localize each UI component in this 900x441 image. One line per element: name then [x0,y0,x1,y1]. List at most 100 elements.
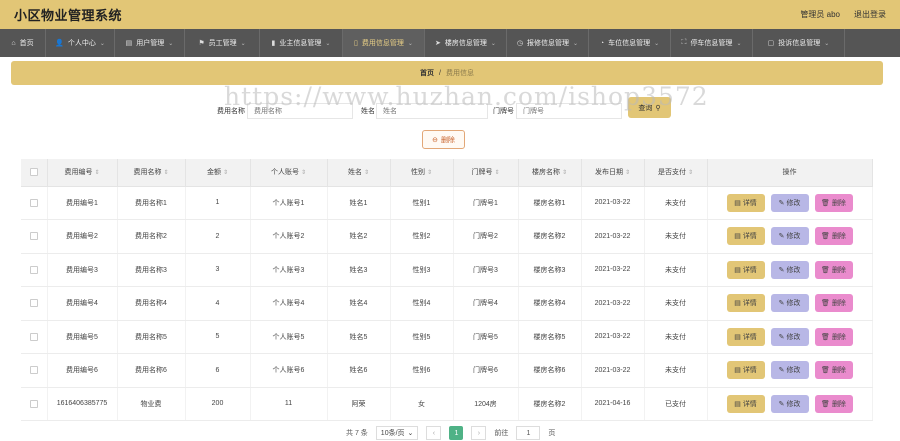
delete-button-label: 删除 [831,400,846,408]
nav-item-11[interactable]: ▢ 投诉信息管理 ⌄ [753,29,845,57]
column-header[interactable]: 个人账号 ⇕ [250,159,328,187]
row-select-cell [21,186,48,220]
detail-button[interactable]: ▤ 详情 [726,394,765,413]
column-header[interactable]: 门牌号 ⇕ [453,159,519,187]
trash-icon: 🗑 [821,233,830,241]
nav-item-5[interactable]: ▮ 业主信息管理 ⌄ [260,29,343,57]
nav-item-9[interactable]: ◔ 车位信息管理 ⌄ [589,29,671,57]
delete-button[interactable]: 🗑 删除 [814,361,853,380]
chevron-down-icon: ⌄ [490,40,496,47]
nav-item-7[interactable]: ➤ 楼房信息管理 ⌄ [425,29,507,57]
table-cell: 姓名5 [327,320,391,354]
table-cell: 未支付 [644,253,708,287]
sort-icon[interactable]: ⇕ [562,170,567,176]
search-button[interactable]: 查询 ⚲ [628,97,671,118]
delete-button[interactable]: 🗑 删除 [814,394,853,413]
nav-item-6[interactable]: ▯ 费用信息管理 ⌄ [343,29,425,57]
column-header[interactable]: 姓名 ⇕ [327,159,391,187]
sort-icon[interactable]: ⇕ [494,170,499,176]
edit-button[interactable]: ✎ 修改 [770,227,809,246]
delete-button[interactable]: 🗑 删除 [814,327,853,346]
column-header[interactable]: 性别 ⇕ [390,159,454,187]
logout-link[interactable]: 退出登录 [854,9,886,20]
table-cell: 楼房名称4 [518,286,582,321]
chevron-right-icon: › [477,429,481,437]
table-cell: 未支付 [644,320,708,354]
edit-button[interactable]: ✎ 修改 [770,193,809,212]
row-checkbox[interactable] [29,232,38,241]
delete-circle-icon: ⊖ [432,136,438,144]
row-checkbox[interactable] [29,265,38,274]
row-checkbox[interactable] [29,399,38,408]
breadcrumb-home[interactable]: 首页 [420,68,434,78]
batch-delete-button[interactable]: ⊖ 删除 [422,130,465,149]
delete-button[interactable]: 🗑 删除 [814,294,853,313]
table-cell: 费用编号2 [47,219,118,254]
sort-icon[interactable]: ⇕ [301,170,306,176]
next-page-button[interactable]: › [471,426,487,440]
detail-button[interactable]: ▤ 详情 [726,193,765,212]
edit-button[interactable]: ✎ 修改 [770,361,809,380]
prev-page-button[interactable]: ‹ [426,426,442,440]
nav-item-2[interactable]: 👤 个人中心 ⌄ [46,29,115,57]
table-cell: 未支付 [644,353,708,388]
current-user[interactable]: 管理员 abo [800,9,840,20]
column-header-label: 性别 [410,169,425,177]
edit-button[interactable]: ✎ 修改 [770,327,809,346]
top-header: 小区物业管理系统 管理员 abo 退出登录 [0,0,900,29]
table-cell: 2021-03-22 [581,186,645,220]
delete-button[interactable]: 🗑 删除 [814,227,853,246]
trash-icon: 🗑 [821,367,830,375]
sort-icon[interactable]: ⇕ [364,170,369,176]
edit-button[interactable]: ✎ 修改 [770,394,809,413]
row-checkbox[interactable] [29,332,38,341]
table-row: 费用编号5 费用名称5 5 个人账号5 姓名5 性别5 门牌号5 楼房名称5 2021-03-2… [21,320,873,354]
column-header[interactable]: 费用名称 ⇕ [117,159,186,187]
goto-page-input[interactable]: 1 [516,426,541,440]
column-header[interactable]: 费用编号 ⇕ [47,159,118,187]
fee-name-input[interactable] [247,103,353,119]
detail-button[interactable]: ▤ 详情 [726,260,765,279]
detail-button[interactable]: ▤ 详情 [726,361,765,380]
detail-button[interactable]: ▤ 详情 [726,227,765,246]
sort-icon[interactable]: ⇕ [223,170,228,176]
door-number-input[interactable] [516,103,622,119]
nav-item-8[interactable]: ◷ 报修信息管理 ⌄ [507,29,589,57]
edit-button-label: 修改 [786,333,801,341]
search-icon: ⚲ [655,104,661,112]
edit-button[interactable]: ✎ 修改 [770,294,809,313]
page-number-current[interactable]: 1 [449,426,464,440]
name-input[interactable] [376,103,488,119]
table-cell: 200 [185,387,251,421]
row-checkbox[interactable] [29,299,38,308]
row-checkbox[interactable] [29,366,38,375]
sort-icon[interactable]: ⇕ [625,170,630,176]
nav-item-1[interactable]: ⌂ 首页 [0,29,46,57]
table-cell: 2021-03-22 [581,253,645,287]
sort-icon[interactable]: ⇕ [688,170,693,176]
column-header[interactable]: 金额 ⇕ [185,159,251,187]
delete-button[interactable]: 🗑 删除 [814,260,853,279]
row-checkbox[interactable] [29,198,38,207]
column-header[interactable]: 发布日期 ⇕ [581,159,645,187]
nav-item-4[interactable]: ⚑ 员工管理 ⌄ [185,29,260,57]
detail-button[interactable]: ▤ 详情 [726,294,765,313]
column-header[interactable]: 楼房名称 ⇕ [518,159,582,187]
nav-item-3[interactable]: ▤ 用户管理 ⌄ [115,29,185,57]
delete-button[interactable]: 🗑 删除 [814,193,853,212]
sort-icon[interactable]: ⇕ [427,170,432,176]
sort-icon[interactable]: ⇕ [163,170,168,176]
edit-button-label: 修改 [786,400,801,408]
row-actions: ▤ 详情 ✎ 修改 🗑 删除 [708,294,872,313]
edit-button[interactable]: ✎ 修改 [770,260,809,279]
page-size-select[interactable]: 10条/页 ⌄ [375,426,419,440]
sort-icon[interactable]: ⇕ [94,170,99,176]
column-header[interactable]: 是否支付 ⇕ [644,159,708,187]
table-row: 费用编号2 费用名称2 2 个人账号2 姓名2 性别2 门牌号2 楼房名称2 2021-03-2… [21,219,873,254]
column-header-label: 操作 [782,169,797,177]
table-cell: 2021-03-22 [581,286,645,321]
detail-button[interactable]: ▤ 详情 [726,327,765,346]
table-cell: 门牌号4 [453,286,519,321]
select-all-checkbox[interactable] [29,168,38,177]
nav-item-10[interactable]: ⛶ 停车信息管理 ⌄ [671,29,753,57]
